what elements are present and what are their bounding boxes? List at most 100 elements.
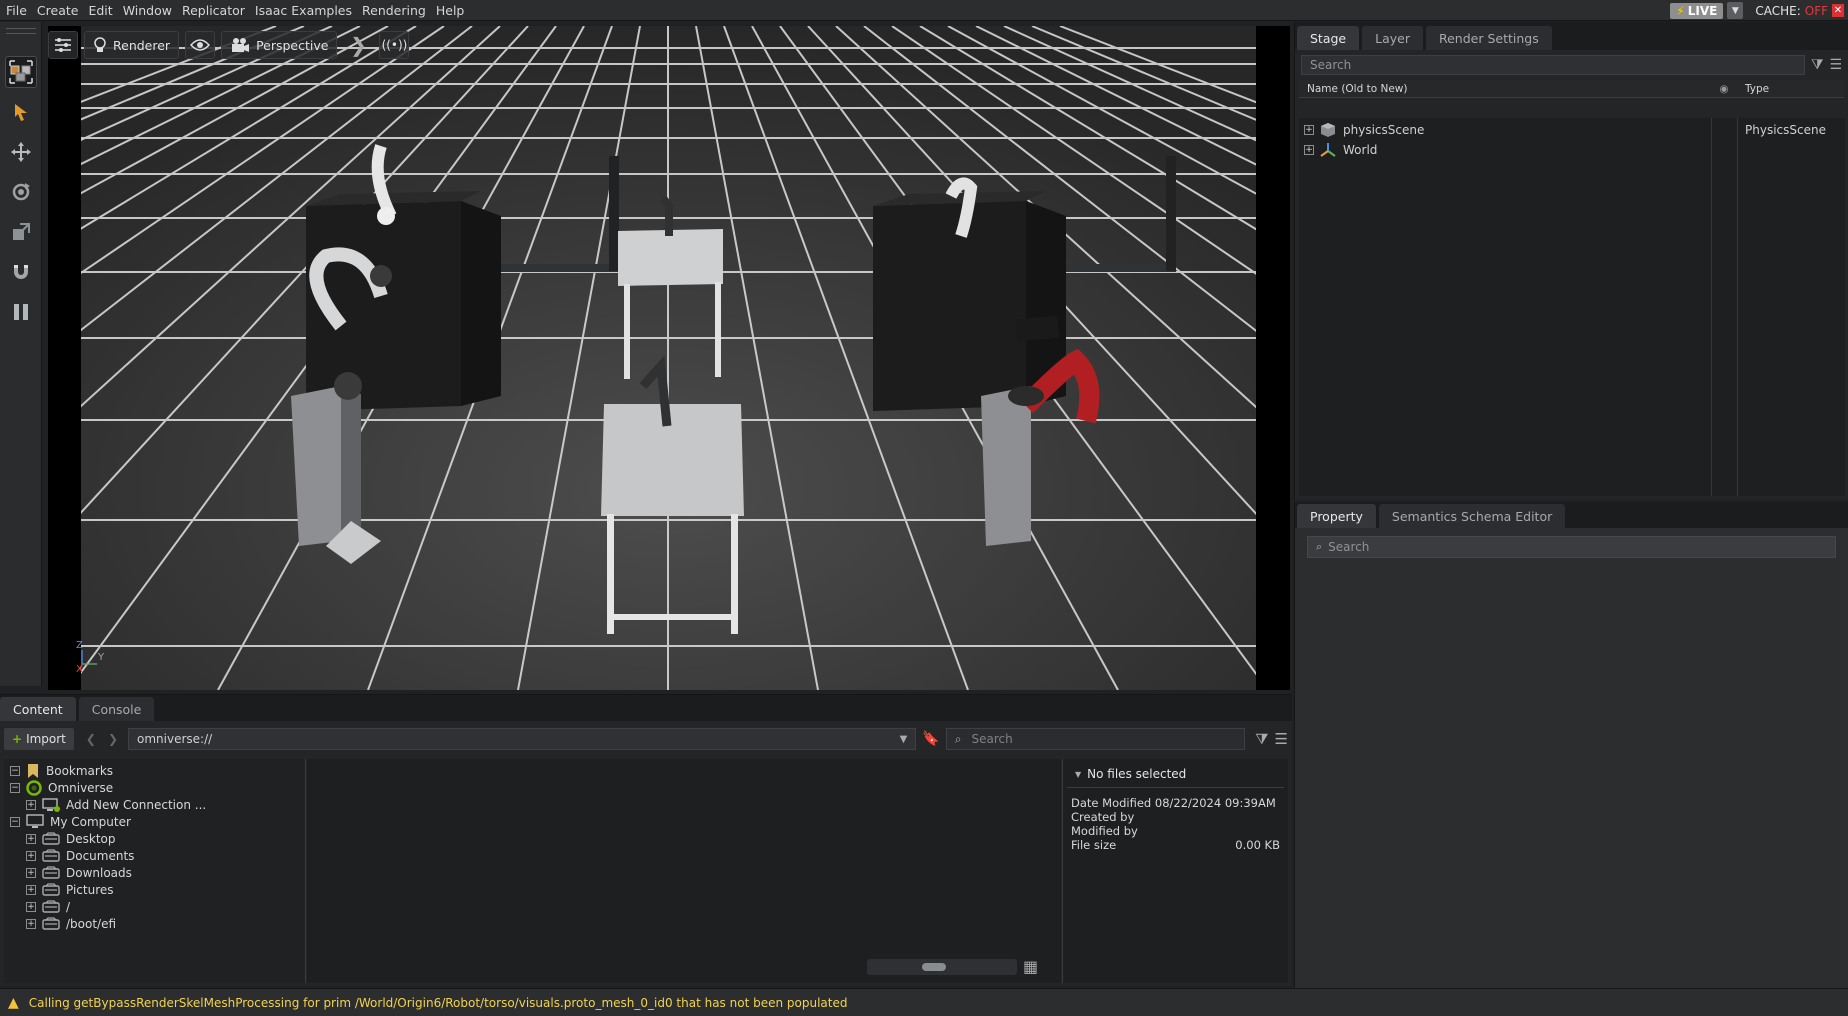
property-search-placeholder: Search [1328, 540, 1370, 554]
expand-icon[interactable]: + [26, 902, 36, 912]
menu-create[interactable]: Create [31, 3, 83, 18]
created-by-row: Created by [1063, 810, 1288, 824]
collapse-icon[interactable]: − [10, 766, 20, 776]
eye-icon [190, 39, 211, 51]
visibility-column-eye-icon[interactable]: ◉ [1711, 83, 1737, 95]
expand-icon[interactable]: + [26, 885, 36, 895]
tab-console[interactable]: Console [78, 697, 155, 721]
select-tool-button[interactable] [5, 96, 37, 128]
content-search-input[interactable]: ⌕ Search [945, 728, 1246, 750]
chevron-down-icon[interactable]: ▼ [900, 734, 908, 745]
tab-property[interactable]: Property [1297, 504, 1376, 528]
omniverse-icon [26, 780, 42, 796]
import-label: Import [26, 732, 66, 746]
menu-window[interactable]: Window [117, 3, 176, 18]
collapse-icon[interactable]: − [10, 817, 20, 827]
broadcast-button[interactable]: ((•)) [379, 31, 410, 59]
expand-icon[interactable]: + [26, 834, 36, 844]
snap-tool-button[interactable] [5, 256, 37, 288]
viewport[interactable]: Renderer Perspective ❯ ((•)) Z Y X [48, 26, 1290, 690]
filter-icon[interactable]: ⧩ [1811, 57, 1824, 73]
renderer-button[interactable]: Renderer [84, 31, 180, 59]
prim-name: World [1343, 143, 1378, 157]
toolbar-grip[interactable] [6, 28, 36, 34]
expand-icon[interactable]: + [1304, 145, 1314, 155]
back-arrow-icon[interactable]: ❮ [86, 732, 96, 746]
column-type-header[interactable]: Type [1737, 83, 1769, 95]
menu-replicator[interactable]: Replicator [176, 3, 249, 18]
tab-render-settings[interactable]: Render Settings [1425, 26, 1552, 50]
collapse-triangle-icon[interactable]: ▼ [1075, 770, 1081, 779]
tab-content[interactable]: Content [0, 697, 76, 721]
status-message[interactable]: Calling getBypassRenderSkelMeshProcessin… [29, 996, 848, 1010]
modified-by-label: Modified by [1071, 824, 1138, 838]
menu-lines-icon[interactable]: ☰ [1275, 730, 1288, 748]
tab-semantics-schema-editor[interactable]: Semantics Schema Editor [1378, 504, 1566, 528]
visibility-button[interactable] [185, 31, 216, 59]
filter-icon[interactable]: ⧩ [1255, 730, 1268, 748]
expand-icon[interactable]: + [26, 800, 36, 810]
scale-tool-button[interactable] [5, 216, 37, 248]
forward-arrow-icon[interactable]: ❯ [108, 732, 118, 746]
stage-row-physics-scene[interactable]: + physicsScene PhysicsScene [1299, 120, 1845, 140]
left-toolbar [0, 22, 42, 686]
content-toolbar: + Import ❮ ❯ omniverse:// ▼ 🔖 ⌕ Search ⧩… [0, 725, 1292, 753]
prim-type: PhysicsScene [1745, 123, 1826, 137]
rotate-tool-button[interactable] [5, 176, 37, 208]
menu-isaac-examples[interactable]: Isaac Examples [249, 3, 356, 18]
column-name-header[interactable]: Name (Old to New) [1299, 83, 1711, 95]
chevron-down-icon: ▼ [1731, 5, 1739, 16]
viewport-settings-button[interactable] [48, 31, 78, 59]
menu-rendering[interactable]: Rendering [356, 3, 430, 18]
content-tree-label: Desktop [66, 832, 116, 846]
property-search-row: ⌕ Search [1295, 528, 1848, 566]
stage-row-world[interactable]: + World [1299, 140, 1845, 160]
file-info-header[interactable]: ▼ No files selected [1067, 759, 1284, 788]
path-value: omniverse:// [137, 732, 213, 746]
connection-icon [42, 797, 60, 813]
select-mode-button[interactable] [5, 56, 37, 88]
horizontal-scrollbar[interactable] [867, 959, 1017, 975]
tab-stage[interactable]: Stage [1297, 26, 1360, 50]
file-info-panel: ▼ No files selected Date Modified 08/22/… [1062, 759, 1288, 983]
drive-icon [42, 883, 60, 897]
move-arrows-icon [11, 142, 31, 162]
live-button[interactable]: ⚡ LIVE [1670, 2, 1724, 19]
expand-icon[interactable]: + [1304, 125, 1314, 135]
collapse-icon[interactable]: − [10, 783, 20, 793]
viewport-scene[interactable] [81, 26, 1256, 690]
camera-button[interactable]: Perspective [221, 31, 338, 59]
file-browser-area[interactable]: ▦ [307, 759, 1061, 983]
content-tabs: Content Console [0, 695, 1292, 721]
live-dropdown-button[interactable]: ▼ [1727, 2, 1744, 19]
stage-search-placeholder: Search [1310, 58, 1352, 72]
expand-icon[interactable]: + [26, 868, 36, 878]
expand-icon[interactable]: + [26, 919, 36, 929]
property-search-input[interactable]: ⌕ Search [1307, 536, 1836, 558]
path-input[interactable]: omniverse:// ▼ [128, 728, 917, 750]
content-tree-item[interactable]: + /boot/efi [26, 914, 116, 934]
move-tool-button[interactable] [5, 136, 37, 168]
expand-toolbar-button[interactable]: ❯ [343, 31, 373, 59]
menu-lines-icon[interactable]: ☰ [1829, 57, 1842, 73]
cache-state[interactable]: OFF [1805, 4, 1828, 18]
menu-edit[interactable]: Edit [82, 3, 116, 18]
rotate-icon [12, 183, 30, 201]
file-size-value: 0.00 KB [1235, 838, 1280, 852]
tab-layer[interactable]: Layer [1362, 26, 1423, 50]
menu-help[interactable]: Help [430, 3, 469, 18]
expand-icon[interactable]: + [26, 851, 36, 861]
stage-search-input[interactable]: Search [1301, 55, 1805, 75]
live-label: LIVE [1687, 3, 1718, 18]
menu-file[interactable]: File [0, 3, 31, 18]
bookmark-toggle-icon[interactable]: 🔖 [922, 731, 939, 747]
cache-close-icon[interactable]: ✕ [1832, 4, 1844, 17]
import-button[interactable]: + Import [4, 728, 74, 750]
content-tree-label: My Computer [50, 815, 131, 829]
scrollbar-thumb[interactable] [922, 963, 946, 971]
grid-view-icon[interactable]: ▦ [1023, 957, 1038, 976]
content-panel: Content Console + Import ❮ ❯ omniverse:/… [0, 694, 1292, 986]
sliders-icon [55, 38, 71, 52]
date-modified-value: 08/22/2024 09:39AM [1154, 796, 1276, 810]
pause-button[interactable] [5, 296, 37, 328]
